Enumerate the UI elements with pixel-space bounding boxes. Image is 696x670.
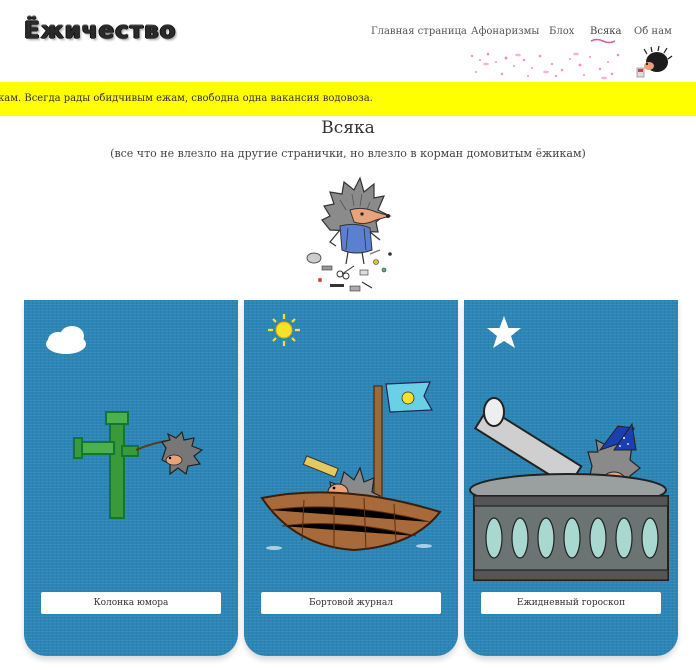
logbook-button[interactable]: Бортовой журнал [261,592,441,614]
sun-icon [268,314,300,346]
hedgehog-with-stuff-illustration [306,176,392,292]
page-title: Всяка [321,118,375,138]
hedgehog-mascot-icon [636,45,673,78]
page-subtitle: (все что не влезло на другие странички, … [110,147,586,160]
ticker-text: кам. Всегда рады обидчивым ежам, свободн… [0,93,373,104]
nav-item-home[interactable]: Главная страница [371,26,467,37]
site-header: Ёжичество Главная страница Афонаризмы Бл… [0,0,696,82]
nav-item-about[interactable]: Об нам [634,26,672,37]
cloud-icon [46,326,86,354]
star-icon [487,316,521,348]
horoscope-button[interactable]: Ежидневный гороскоп [481,592,661,614]
card-logbook[interactable]: Бортовой журнал [244,300,458,656]
card-humor-column[interactable]: Колонка юмора [24,300,238,656]
nav-item-misc[interactable]: Всяка [590,26,621,37]
pink-sprinkles-decoration [470,52,620,80]
humor-column-button[interactable]: Колонка юмора [41,592,221,614]
active-nav-underline [590,38,616,44]
announcement-ticker: кам. Всегда рады обидчивым ежам, свободн… [0,82,696,116]
nav-item-blog[interactable]: Блох [549,26,574,37]
card-horoscope[interactable]: Ежидневный гороскоп [464,300,678,656]
main-nav: Главная страница Афонаризмы Блох Всяка О… [0,26,696,46]
nav-item-aphorisms[interactable]: Афонаризмы [471,26,539,37]
